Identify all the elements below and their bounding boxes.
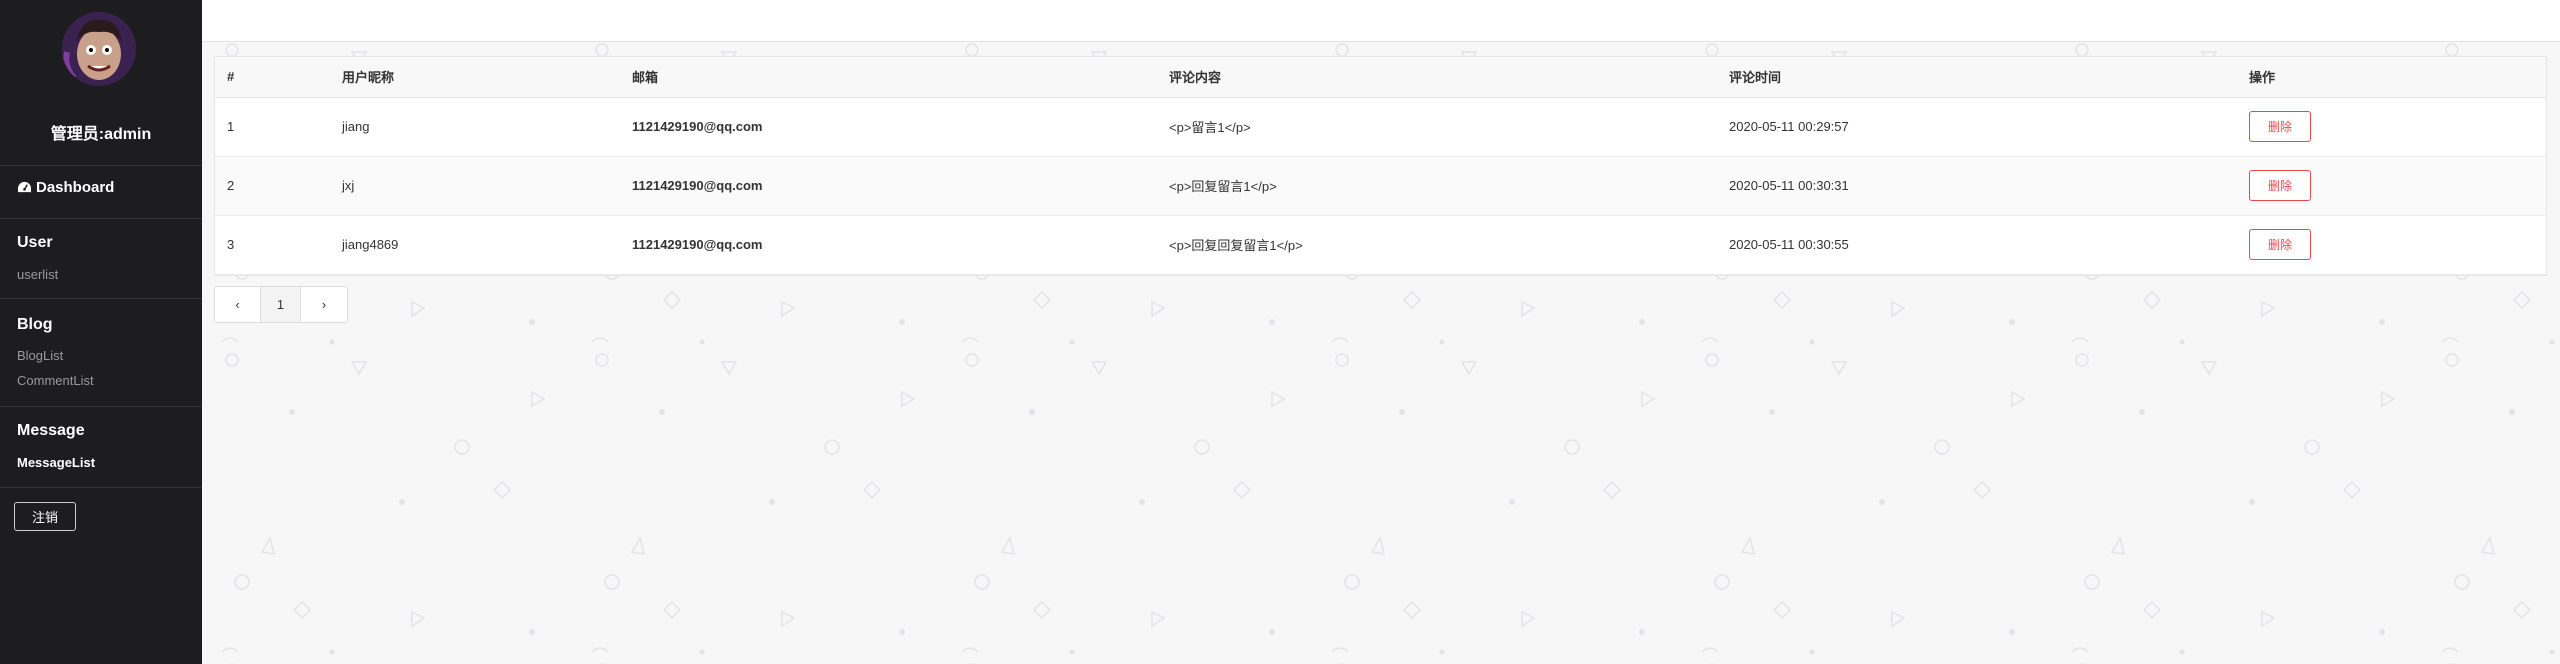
pagination-next-button[interactable]: › xyxy=(301,287,347,322)
delete-button[interactable]: 删除 xyxy=(2249,170,2311,201)
table-row: 3 jiang4869 1121429190@qq.com <p>回复回复留言1… xyxy=(215,215,2546,275)
chevron-left-icon: ‹ xyxy=(235,297,240,312)
row-email: 1121429190@qq.com xyxy=(620,156,1157,216)
sidebar-divider xyxy=(0,406,202,407)
sidebar-section-blog: Blog xyxy=(17,316,53,333)
row-content: <p>回复留言1</p> xyxy=(1157,156,1717,216)
column-header-email: 邮箱 xyxy=(620,57,1157,98)
sidebar-item-userlist[interactable]: userlist xyxy=(17,267,58,282)
sidebar-divider xyxy=(0,165,202,166)
row-email: 1121429190@qq.com xyxy=(620,97,1157,157)
main-content: # 用户昵称 邮箱 评论内容 评论时间 操作 1 jiang 112142919… xyxy=(202,42,2560,664)
row-nickname: jiang4869 xyxy=(330,215,620,275)
dashboard-icon xyxy=(18,181,31,193)
row-content: <p>回复回复留言1</p> xyxy=(1157,215,1717,275)
row-index: 2 xyxy=(215,156,330,216)
column-header-time: 评论时间 xyxy=(1717,57,2237,98)
logout-button[interactable]: 注销 xyxy=(14,502,76,531)
pagination-page-1[interactable]: 1 xyxy=(261,287,301,322)
row-index: 3 xyxy=(215,215,330,275)
delete-button[interactable]: 删除 xyxy=(2249,111,2311,142)
admin-avatar[interactable] xyxy=(62,12,136,86)
row-time: 2020-05-11 00:30:55 xyxy=(1717,215,2237,275)
row-nickname: jxj xyxy=(330,156,620,216)
row-index: 1 xyxy=(215,97,330,157)
row-email: 1121429190@qq.com xyxy=(620,215,1157,275)
row-time: 2020-05-11 00:29:57 xyxy=(1717,97,2237,157)
admin-name: 管理员:admin xyxy=(50,126,152,143)
table-row: 2 jxj 1121429190@qq.com <p>回复留言1</p> 202… xyxy=(215,156,2546,216)
table-row: 1 jiang 1121429190@qq.com <p>留言1</p> 202… xyxy=(215,97,2546,157)
column-header-nickname: 用户昵称 xyxy=(330,57,620,98)
row-nickname: jiang xyxy=(330,97,620,157)
column-header-index: # xyxy=(215,57,330,98)
sidebar-item-messagelist[interactable]: MessageList xyxy=(17,455,95,470)
sidebar-divider xyxy=(0,298,202,299)
sidebar-item-bloglist[interactable]: BlogList xyxy=(17,348,63,363)
sidebar-section-message: Message xyxy=(17,422,85,439)
sidebar-section-user: User xyxy=(17,234,53,251)
chevron-right-icon: › xyxy=(321,297,327,312)
pagination: ‹ 1 › xyxy=(214,286,348,323)
delete-button[interactable]: 删除 xyxy=(2249,229,2311,260)
pagination-prev-button[interactable]: ‹ xyxy=(215,287,261,322)
row-content: <p>留言1</p> xyxy=(1157,97,1717,157)
row-action-cell: 删除 xyxy=(2237,156,2546,216)
top-bar xyxy=(202,0,2560,42)
row-action-cell: 删除 xyxy=(2237,97,2546,157)
sidebar-item-commentlist[interactable]: CommentList xyxy=(17,373,94,388)
sidebar-item-dashboard[interactable]: Dashboard xyxy=(17,179,114,196)
column-header-action: 操作 xyxy=(2237,57,2546,98)
sidebar-item-dashboard-label: Dashboard xyxy=(36,179,115,196)
column-header-content: 评论内容 xyxy=(1157,57,1717,98)
row-time: 2020-05-11 00:30:31 xyxy=(1717,156,2237,216)
comment-table: # 用户昵称 邮箱 评论内容 评论时间 操作 1 jiang 112142919… xyxy=(214,56,2547,276)
sidebar: 管理员:admin Dashboard User userlist Blog B… xyxy=(0,0,202,664)
sidebar-divider xyxy=(0,487,202,488)
sidebar-divider xyxy=(0,218,202,219)
row-action-cell: 删除 xyxy=(2237,215,2546,275)
table-header-row: # 用户昵称 邮箱 评论内容 评论时间 操作 xyxy=(215,57,2546,98)
